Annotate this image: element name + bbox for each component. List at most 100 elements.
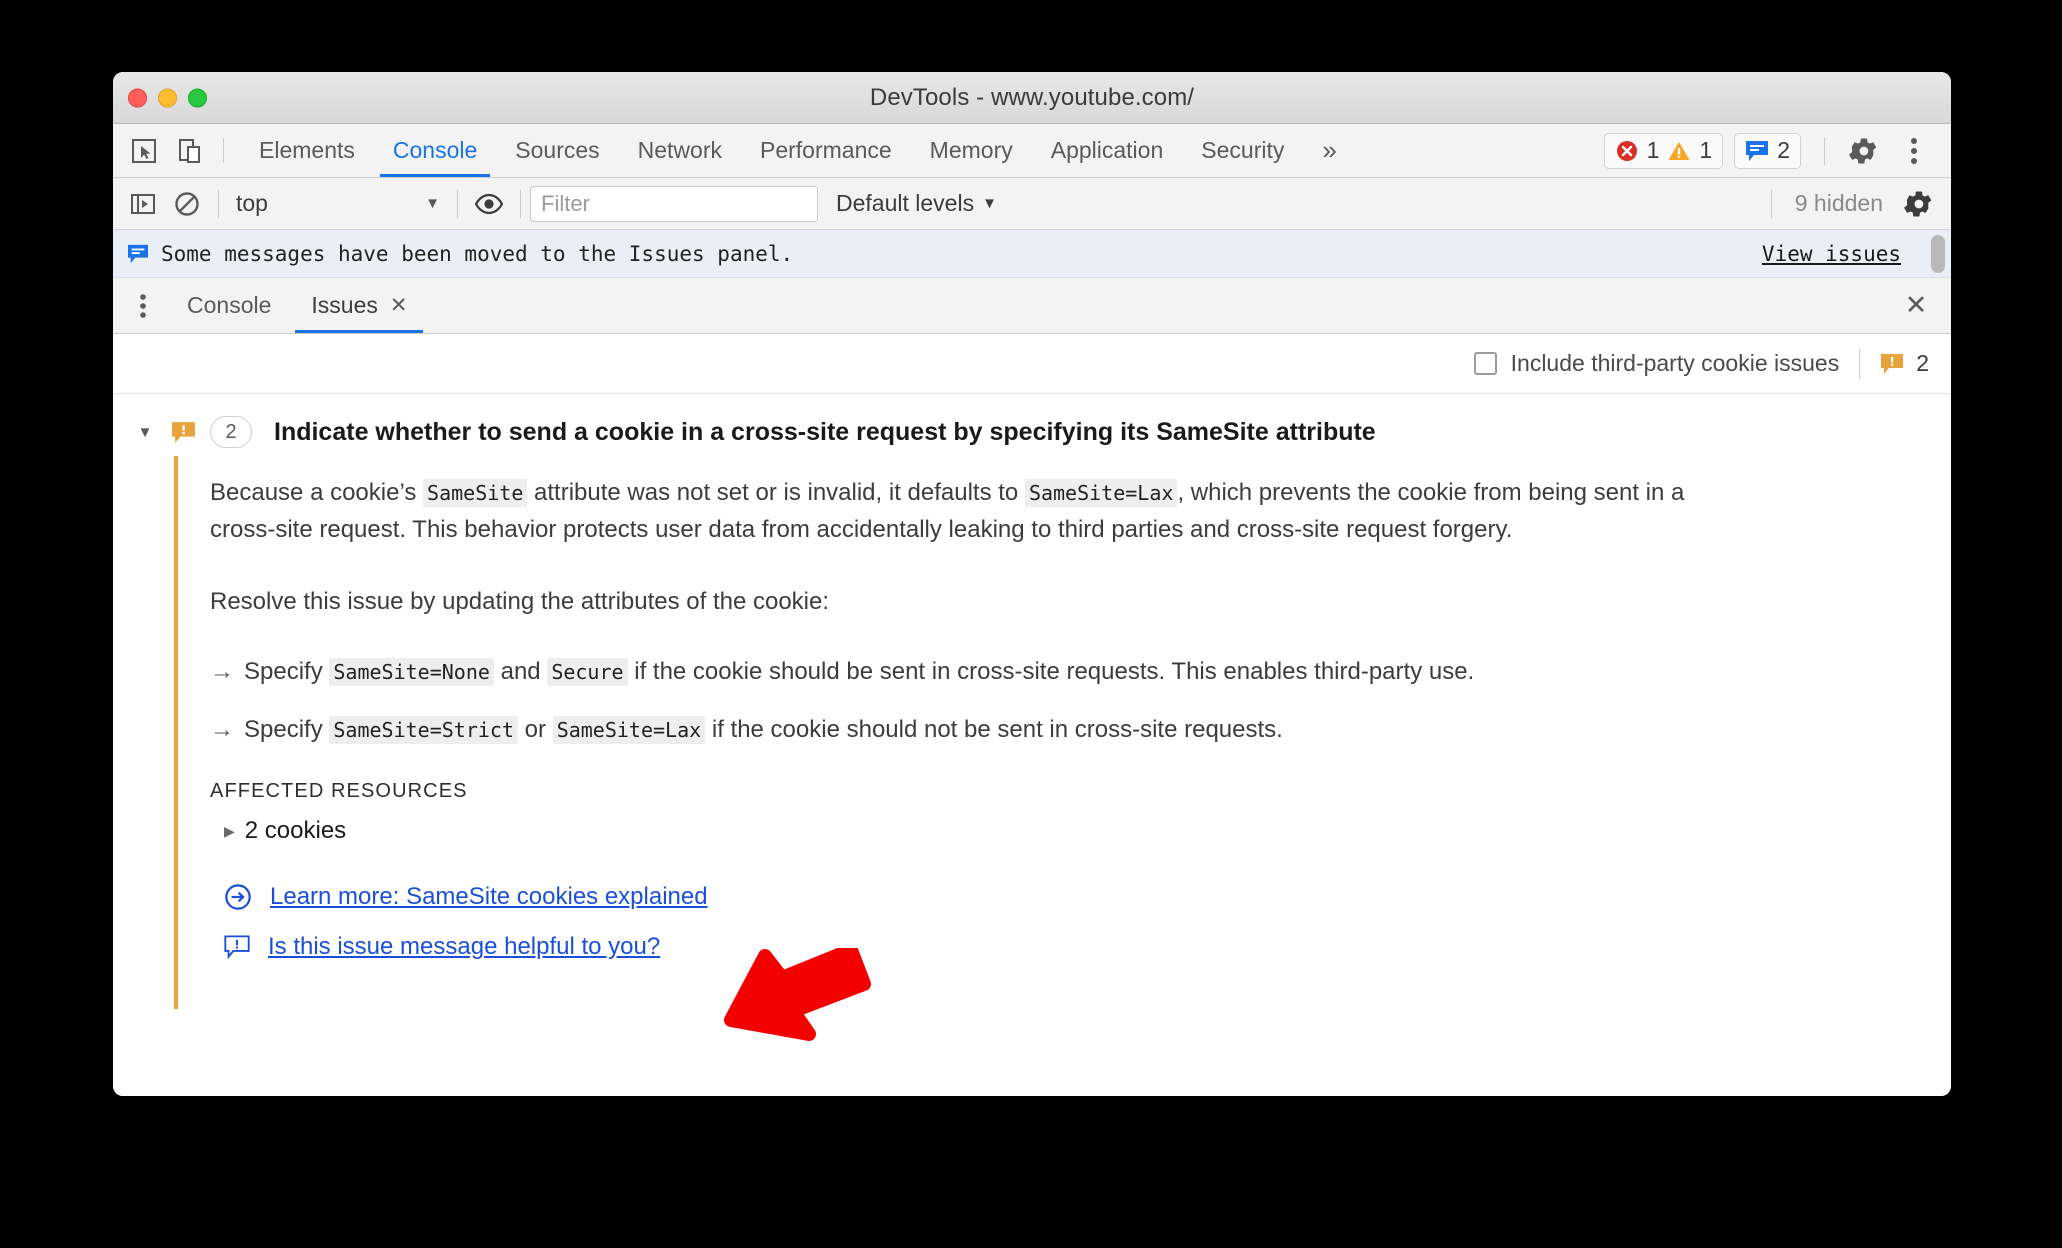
filter-divider: [1859, 348, 1861, 379]
tab-label: Security: [1201, 137, 1285, 163]
more-tabs-icon: »: [1322, 135, 1337, 165]
drawer-tab-issues[interactable]: Issues ✕: [291, 278, 427, 333]
close-drawer-button[interactable]: ✕: [1881, 278, 1951, 333]
learn-more-link[interactable]: Learn more: SameSite cookies explained: [270, 883, 708, 911]
issues-count: 2: [1777, 137, 1790, 163]
issues-badge[interactable]: 2: [1734, 132, 1801, 169]
hidden-messages-count: 9 hidden: [1794, 190, 1883, 216]
error-warning-badges[interactable]: 1 1: [1603, 132, 1724, 169]
tab-label: Console: [392, 137, 478, 163]
drawer-kebab-icon: [139, 292, 147, 320]
affected-resources-heading: AFFECTED RESOURCES: [210, 780, 468, 803]
tab-application[interactable]: Application: [1032, 124, 1183, 177]
code-samesite: SameSite: [423, 479, 528, 507]
arrow-right-icon: →: [210, 716, 234, 744]
log-levels-select[interactable]: Default levels ▼: [836, 190, 997, 217]
code-samesite-lax: SameSite=Lax: [1024, 479, 1178, 507]
tab-label: Network: [637, 137, 722, 163]
error-count: 1: [1646, 137, 1660, 163]
issues-message-icon: [127, 244, 149, 264]
bullet-part-c: if the cookie should not be sent in cros…: [705, 716, 1283, 744]
issues-filter-count: 2: [1916, 350, 1929, 376]
desc-part-a: Because a cookie’s: [210, 479, 424, 506]
toolbar-divider-2: [457, 189, 458, 218]
status-divider: [1824, 136, 1825, 165]
gear-icon: [1849, 136, 1879, 166]
code-samesite-strict: SameSite=Strict: [329, 716, 518, 745]
affected-resource-row[interactable]: ▶ 2 cookies: [224, 817, 1951, 845]
tab-performance[interactable]: Performance: [741, 124, 911, 177]
console-toolbar: top ▼ Default levels ▼ 9: [113, 178, 1951, 230]
tabbar-status-area: 1 1 2: [1603, 124, 1951, 177]
expand-twisty-icon[interactable]: ▼: [133, 424, 157, 441]
clear-console-button[interactable]: [165, 185, 209, 223]
view-issues-link[interactable]: View issues: [1762, 242, 1901, 266]
drawer-menu-button[interactable]: [119, 278, 167, 333]
devtools-window: DevTools - www.youtube.com/ Elements Con…: [113, 72, 1951, 1096]
bullet-part-c: if the cookie should be sent in cross-si…: [627, 658, 1475, 686]
zoom-window-button[interactable]: [188, 88, 207, 107]
close-window-button[interactable]: [128, 88, 147, 107]
console-settings-button[interactable]: [1897, 185, 1941, 223]
issue-warning-bubble-icon: [171, 421, 196, 444]
desc-part-b: attribute was not set or is invalid, it …: [527, 479, 1025, 506]
console-toolbar-right: 9 hidden: [1762, 185, 1941, 223]
learn-more-link-row[interactable]: Learn more: SameSite cookies explained: [224, 883, 1951, 911]
inspect-element-icon: [131, 138, 157, 164]
include-third-party-checkbox[interactable]: Include third-party cookie issues: [1473, 350, 1840, 377]
tab-elements[interactable]: Elements: [240, 124, 374, 177]
feedback-bubble-icon: [224, 935, 250, 960]
issue-resolution-intro: Resolve this issue by updating the attri…: [210, 587, 830, 615]
toolbar-divider-4: [1770, 189, 1772, 218]
device-toolbar-icon: [177, 138, 203, 164]
more-tabs-button[interactable]: »: [1303, 124, 1355, 177]
tab-label: Application: [1050, 137, 1164, 163]
window-title: DevTools - www.youtube.com/: [869, 83, 1195, 111]
issue-count-pill: 2: [210, 416, 252, 448]
tab-memory[interactable]: Memory: [911, 124, 1032, 177]
console-scrollbar-thumb[interactable]: [1931, 235, 1945, 273]
tab-console[interactable]: Console: [374, 124, 496, 177]
live-expression-button[interactable]: [467, 185, 511, 223]
inspect-element-button[interactable]: [121, 124, 167, 177]
tab-label: Sources: [515, 137, 600, 163]
eye-icon: [475, 193, 503, 215]
tab-network[interactable]: Network: [619, 124, 741, 177]
warning-icon: [1667, 139, 1691, 163]
issue-header-row[interactable]: ▼ 2 Indicate whether to send a cookie in…: [113, 408, 1951, 456]
feedback-link-row[interactable]: Is this issue message helpful to you?: [224, 933, 1951, 961]
bullet-part-b: or: [518, 716, 553, 744]
tab-label: Performance: [760, 137, 892, 163]
resolution-bullet: → Specify SameSite=Strict or SameSite=La…: [210, 712, 1951, 748]
drawer-tab-console[interactable]: Console: [167, 278, 291, 333]
device-toolbar-button[interactable]: [167, 124, 213, 177]
minimize-window-button[interactable]: [158, 88, 177, 107]
devtools-settings-button[interactable]: [1841, 136, 1887, 166]
tab-sources[interactable]: Sources: [496, 124, 618, 177]
drawer-tab-label: Issues: [311, 292, 378, 318]
issue-title: Indicate whether to send a cookie in a c…: [274, 417, 1376, 446]
close-tab-icon[interactable]: ✕: [390, 293, 408, 318]
code-samesite-lax: SameSite=Lax: [552, 716, 706, 745]
feedback-link[interactable]: Is this issue message helpful to you?: [268, 933, 660, 961]
window-controls: [128, 88, 207, 107]
expand-twisty-icon[interactable]: ▶: [224, 823, 235, 840]
issue-warning-bubble-icon: [1880, 353, 1904, 375]
console-sidebar-icon: [130, 191, 156, 217]
devtools-main-tabbar: Elements Console Sources Network Perform…: [113, 124, 1951, 178]
checkbox-label: Include third-party cookie issues: [1510, 350, 1840, 376]
info-strip-message: Some messages have been moved to the Iss…: [161, 241, 794, 266]
execution-context-value: top: [236, 190, 268, 216]
console-sidebar-toggle[interactable]: [121, 185, 165, 223]
panel-tabs: Elements Console Sources Network Perform…: [240, 124, 1356, 177]
tab-label: Memory: [929, 137, 1013, 163]
checkbox-box[interactable]: [1473, 352, 1497, 375]
clear-console-icon: [174, 191, 200, 217]
tab-security[interactable]: Security: [1182, 124, 1303, 177]
execution-context-select[interactable]: top ▼: [228, 190, 448, 217]
tab-label: Elements: [259, 137, 355, 163]
screenshot-stage: DevTools - www.youtube.com/ Elements Con…: [0, 0, 2062, 1248]
devtools-more-button[interactable]: [1891, 136, 1937, 166]
issues-message-icon: [1745, 140, 1769, 162]
console-filter-input[interactable]: [530, 185, 818, 222]
